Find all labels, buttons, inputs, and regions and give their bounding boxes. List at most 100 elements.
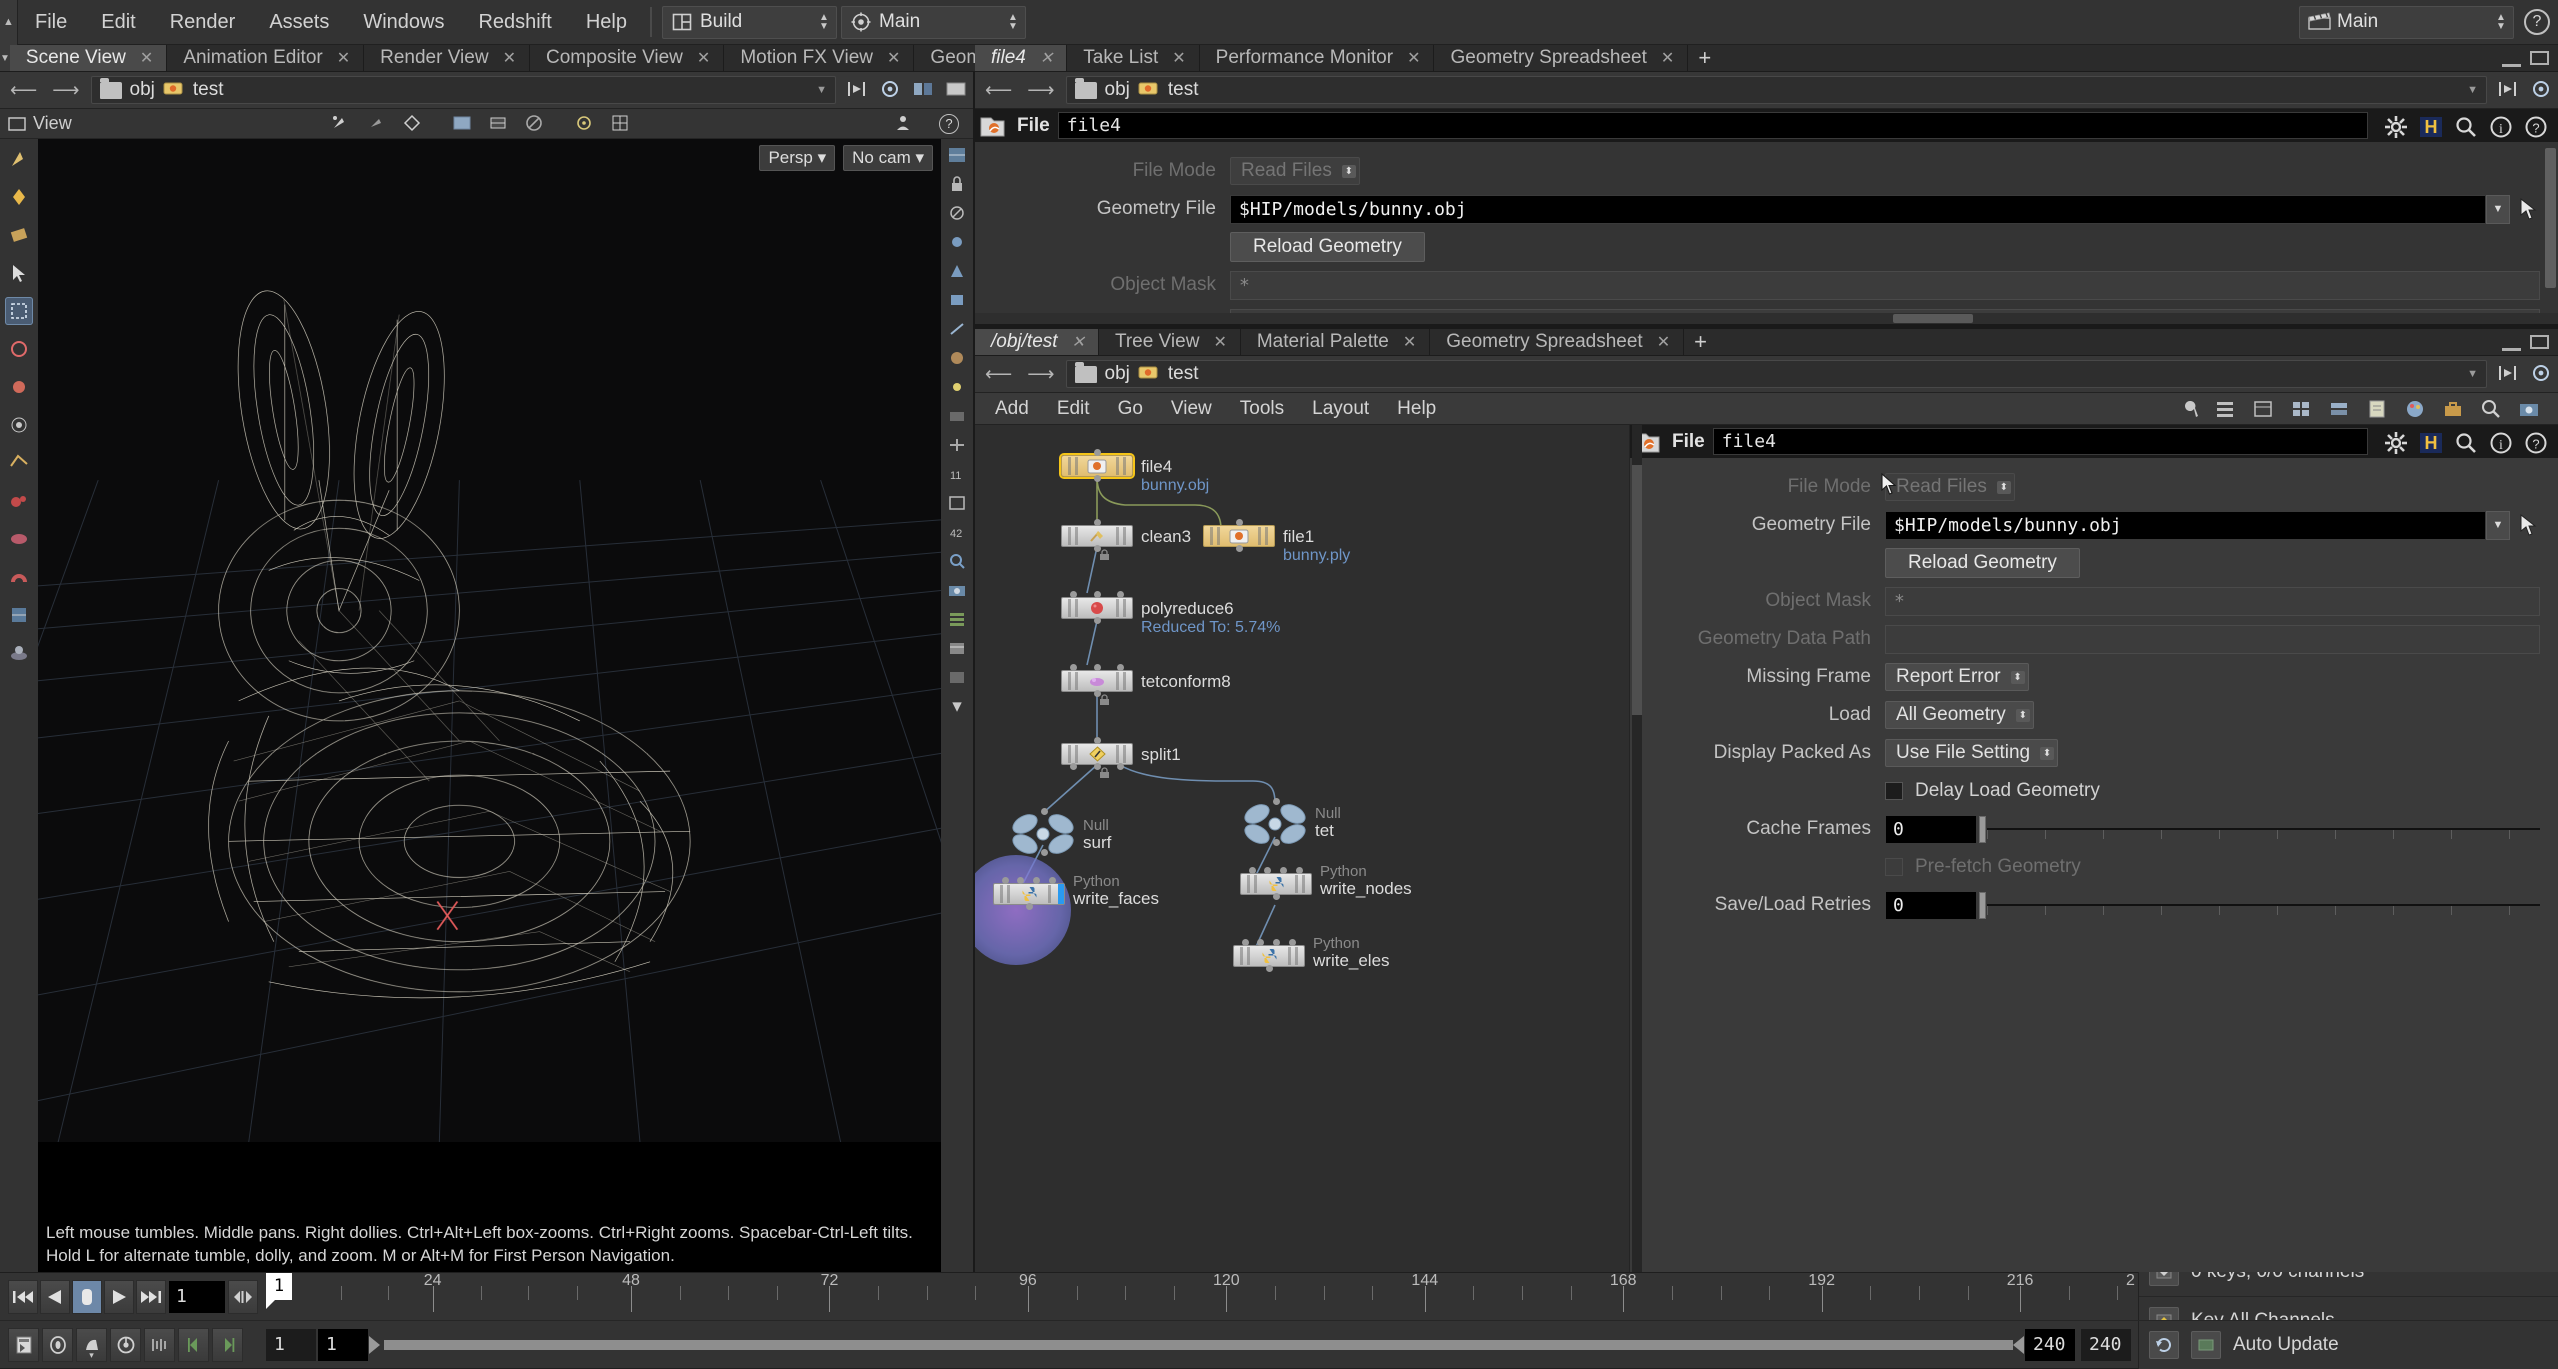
- node-input-port[interactable]: [1117, 664, 1124, 671]
- jump-to-end-button[interactable]: [136, 1279, 166, 1314]
- node-input-port[interactable]: [1273, 939, 1280, 946]
- parameter-hscrollbar-top[interactable]: [975, 313, 2558, 324]
- node-output-port[interactable]: [1094, 475, 1101, 482]
- pin-jump-icon[interactable]: [846, 79, 868, 101]
- cook-icon[interactable]: [2191, 1330, 2221, 1359]
- menu-file[interactable]: File: [18, 0, 84, 45]
- menu-edit[interactable]: Edit: [84, 0, 152, 45]
- layers-icon[interactable]: [2328, 398, 2350, 420]
- menu-assets[interactable]: Assets: [252, 0, 346, 45]
- viewport-3d[interactable]: Persp ▾ No cam ▾ Left mouse tumbles. Mid…: [38, 139, 941, 1272]
- tabbar-scroll-down-arrow[interactable]: ▼: [0, 45, 10, 71]
- tab-performance-monitor[interactable]: Performance Monitor ✕: [1199, 45, 1435, 71]
- playback-end-field[interactable]: 240: [2024, 1327, 2076, 1362]
- current-frame-field[interactable]: 1: [168, 1279, 226, 1314]
- scrollbar-thumb[interactable]: [2545, 148, 2556, 288]
- node-split1[interactable]: split1: [1061, 737, 1181, 778]
- play-stop-button[interactable]: [72, 1279, 102, 1314]
- takes-selector-spinner[interactable]: ▲ ▼: [2493, 13, 2509, 32]
- camera-tag[interactable]: No cam ▾: [843, 145, 933, 171]
- soft-select-icon[interactable]: [5, 411, 33, 439]
- toolbox-icon[interactable]: [2442, 398, 2464, 420]
- scrollbar-thumb[interactable]: [1632, 465, 1642, 715]
- point-display-icon[interactable]: [944, 230, 970, 254]
- tab-material-palette[interactable]: Material Palette ✕: [1240, 329, 1431, 355]
- node-input-port[interactable]: [1296, 867, 1303, 874]
- close-icon[interactable]: ✕: [1661, 48, 1674, 68]
- display-options-panel-icon[interactable]: [944, 143, 970, 167]
- frame-all-icon[interactable]: [944, 491, 970, 515]
- node-box[interactable]: [1061, 670, 1133, 692]
- network-menu-help[interactable]: Help: [1383, 393, 1450, 425]
- box-select-tool-icon[interactable]: [5, 297, 33, 325]
- snapshot-icon[interactable]: [944, 578, 970, 602]
- range-end-marker-icon[interactable]: [212, 1327, 243, 1362]
- move-tool-icon[interactable]: [330, 113, 352, 135]
- file-chooser-icon[interactable]: [2518, 198, 2540, 220]
- node-input-port[interactable]: [1236, 519, 1243, 526]
- terrain-tool-icon[interactable]: [5, 639, 33, 667]
- viewer-view-menu[interactable]: View: [0, 113, 84, 134]
- close-icon[interactable]: ✕: [1407, 48, 1420, 68]
- node-output-port[interactable]: [1236, 545, 1243, 552]
- node-box[interactable]: [1061, 597, 1133, 619]
- stats-icon[interactable]: [944, 636, 970, 660]
- search-icon[interactable]: [2454, 431, 2476, 453]
- node-input-port[interactable]: [1257, 939, 1264, 946]
- close-icon[interactable]: ✕: [1072, 332, 1085, 352]
- node-input-port[interactable]: [1273, 798, 1280, 805]
- help-icon[interactable]: ?: [2524, 9, 2550, 35]
- close-icon[interactable]: ✕: [1213, 332, 1226, 352]
- node-box[interactable]: [1061, 525, 1133, 547]
- light-display-icon[interactable]: [944, 375, 970, 399]
- paint-tool-icon[interactable]: [5, 221, 33, 249]
- grid-snap-icon[interactable]: [610, 113, 632, 135]
- time-options-icon[interactable]: [110, 1327, 141, 1362]
- menu-help[interactable]: Help: [569, 0, 644, 45]
- edit-tool-icon[interactable]: [5, 487, 33, 515]
- tab-obj-test[interactable]: /obj/test ✕: [975, 329, 1099, 355]
- node-box[interactable]: [993, 883, 1065, 905]
- menu-windows[interactable]: Windows: [346, 0, 461, 45]
- reload-geometry-button[interactable]: Reload Geometry: [1230, 232, 1425, 262]
- maximize-pane-icon[interactable]: [2530, 335, 2549, 349]
- scale-tool-icon[interactable]: [402, 113, 424, 135]
- file-mode-dropdown[interactable]: Read Files ⬍: [1885, 473, 2015, 501]
- cache-frames-input[interactable]: 0: [1885, 814, 1977, 844]
- node-tetconform8[interactable]: tetconform8: [1061, 664, 1231, 705]
- playbar-options-icon[interactable]: [8, 1327, 39, 1362]
- takes-selector[interactable]: Main ▲ ▼: [2299, 5, 2514, 39]
- camera-lock-icon[interactable]: [944, 172, 970, 196]
- primitive-display-icon[interactable]: [944, 288, 970, 312]
- node-surf[interactable]: Null surf: [1011, 808, 1111, 856]
- close-icon[interactable]: ✕: [887, 48, 900, 68]
- chevron-down-icon[interactable]: ▼: [2467, 84, 2478, 96]
- node-clean3[interactable]: clean3: [1061, 519, 1191, 560]
- sync-icon[interactable]: [2530, 363, 2552, 385]
- playback-mode-icon[interactable]: ▾: [76, 1327, 107, 1362]
- geometry-file-input[interactable]: $HIP/models/bunny.obj: [1230, 194, 2486, 224]
- info-icon[interactable]: i: [2489, 115, 2512, 137]
- minimize-pane-icon[interactable]: [2502, 347, 2521, 351]
- spinner-icon[interactable]: ⬍: [2015, 708, 2030, 722]
- node-input-port[interactable]: [1117, 591, 1124, 598]
- scrollbar-thumb[interactable]: [1893, 314, 1974, 323]
- node-output-port[interactable]: [1041, 849, 1048, 856]
- snap-to-frame-icon[interactable]: [144, 1327, 175, 1362]
- node-input-port[interactable]: [1033, 877, 1040, 884]
- step-forward-button[interactable]: [104, 1279, 134, 1314]
- brush-select-icon[interactable]: [5, 373, 33, 401]
- back-icon[interactable]: ⟵: [981, 79, 1016, 102]
- bone-display-icon[interactable]: 11: [944, 462, 970, 486]
- vertex-display-icon[interactable]: [944, 259, 970, 283]
- node-output-port[interactable]: [1026, 903, 1033, 910]
- geometry-file-dropdown-icon[interactable]: ▼: [2486, 510, 2510, 540]
- node-input-port[interactable]: [1094, 737, 1101, 744]
- chevron-down-icon[interactable]: ▼: [2467, 368, 2478, 380]
- spinner-icon[interactable]: ⬍: [1996, 480, 2011, 494]
- node-box[interactable]: [1061, 743, 1133, 765]
- node-file1[interactable]: file1 bunny.ply: [1203, 519, 1350, 564]
- select-tool-icon[interactable]: [5, 259, 33, 287]
- magnet-tool-icon[interactable]: [5, 563, 33, 591]
- node-null-shape[interactable]: [1243, 803, 1306, 844]
